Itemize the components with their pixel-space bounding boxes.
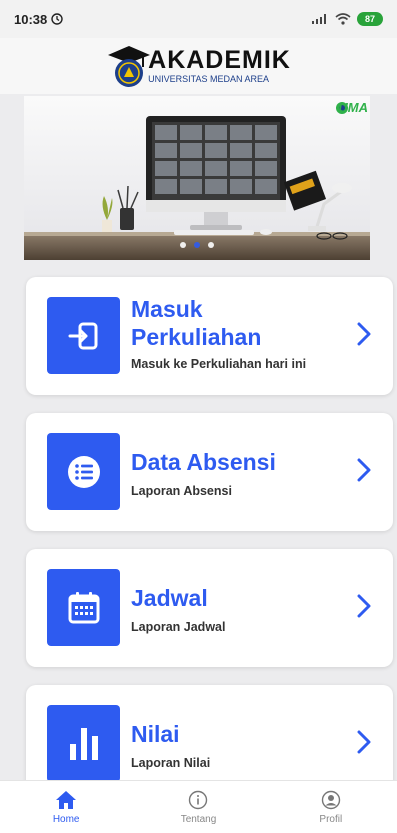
university-seal-icon <box>108 46 151 87</box>
nav-home[interactable]: Home <box>0 781 132 833</box>
status-time: 10:38 <box>14 11 48 27</box>
menu-card-data-absensi[interactable]: Data Absensi Laporan Absensi <box>26 413 393 531</box>
menu-icon-box <box>47 297 120 374</box>
calendar-icon <box>68 591 99 623</box>
app-header: AKADEMIK UNIVERSITAS MEDAN AREA <box>0 38 397 94</box>
banner-carousel[interactable]: UMA <box>24 96 370 260</box>
menu-title: Masuk <box>131 296 203 322</box>
bottom-navigation: Home Tentang Profil <box>0 780 397 833</box>
nav-tentang[interactable]: Tentang <box>132 781 264 833</box>
menu-subtitle: Laporan Nilai <box>131 756 211 770</box>
banner-image <box>24 96 370 260</box>
chevron-right-icon <box>357 458 371 482</box>
menu-list[interactable]: Masuk Perkuliahan Masuk ke Perkuliahan h… <box>0 260 397 780</box>
menu-subtitle: Laporan Absensi <box>131 484 232 498</box>
profile-icon <box>321 790 341 809</box>
carousel-dot[interactable] <box>208 242 214 248</box>
menu-icon-box <box>47 705 120 780</box>
home-icon <box>56 790 77 809</box>
carousel-dot-active[interactable] <box>194 242 200 248</box>
carousel-dot[interactable] <box>180 242 186 248</box>
menu-title: Nilai <box>131 721 180 747</box>
menu-card-masuk-perkuliahan[interactable]: Masuk Perkuliahan Masuk ke Perkuliahan h… <box>26 277 393 395</box>
wifi-icon <box>335 13 351 25</box>
nav-profil[interactable]: Profil <box>265 781 397 833</box>
menu-card-nilai[interactable]: Nilai Laporan Nilai <box>26 685 393 780</box>
menu-card-jadwal[interactable]: Jadwal Laporan Jadwal <box>26 549 393 667</box>
logo-title: AKADEMIK <box>148 46 291 74</box>
alarm-icon <box>51 13 63 25</box>
chevron-right-icon <box>357 594 371 618</box>
carousel-indicator <box>24 242 370 248</box>
battery-icon: 87 <box>357 12 383 26</box>
menu-title: Data Absensi <box>131 449 276 475</box>
info-icon <box>189 790 208 809</box>
menu-title-line2: Perkuliahan <box>131 324 262 350</box>
chevron-right-icon <box>357 730 371 754</box>
login-icon <box>68 322 97 349</box>
menu-icon-box <box>47 569 120 646</box>
list-icon <box>67 455 100 488</box>
app-logo: AKADEMIK UNIVERSITAS MEDAN AREA <box>106 43 291 89</box>
logo-subtitle: UNIVERSITAS MEDAN AREA <box>148 74 269 84</box>
menu-subtitle: Masuk ke Perkuliahan hari ini <box>131 357 307 371</box>
status-bar: 10:38 87 <box>0 0 397 38</box>
nav-label: Tentang <box>180 813 217 825</box>
banner-badge: UMA <box>338 100 368 115</box>
bar-chart-icon <box>69 727 98 760</box>
chevron-right-icon <box>357 322 371 346</box>
signal-icon <box>312 14 326 24</box>
menu-icon-box <box>47 433 120 510</box>
nav-label: Profil <box>319 813 343 825</box>
menu-subtitle: Laporan Jadwal <box>131 620 226 634</box>
menu-title: Jadwal <box>131 585 208 611</box>
nav-label: Home <box>52 813 80 825</box>
status-time-group: 10:38 <box>14 12 63 27</box>
status-icons: 87 <box>311 12 383 26</box>
